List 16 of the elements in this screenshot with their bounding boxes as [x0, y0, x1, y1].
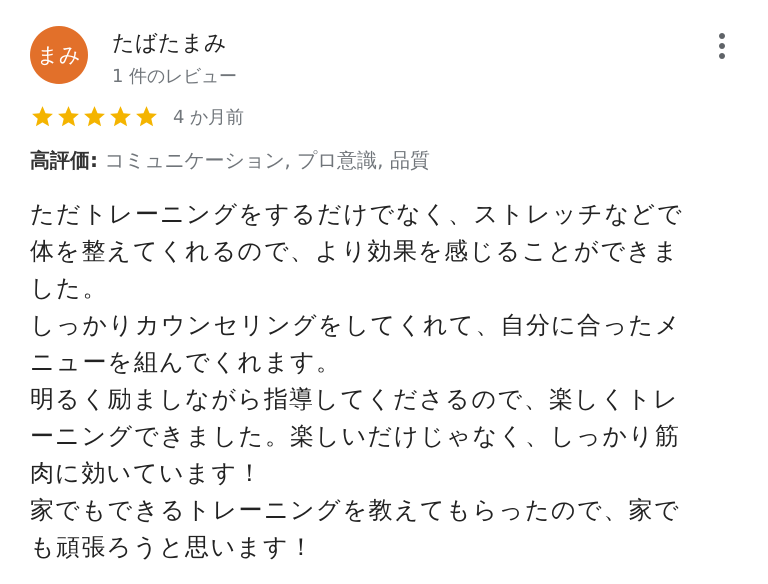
review-paragraph: 家でもできるトレーニングを教えてもらったので、家でも頑張ろうと思います！ — [30, 495, 681, 563]
review-count: 1 件のレビュー — [112, 65, 238, 88]
star-icon — [134, 104, 159, 129]
reviewer-name[interactable]: たばたまみ — [112, 28, 694, 58]
review-paragraph: ただトレーニングをするだけでなく、ストレッチなどで体を整えてくれるので、より効果を感じることができました。 — [30, 199, 684, 304]
more-menu-icon[interactable] — [718, 32, 726, 60]
star-icon — [82, 104, 107, 129]
highlights-label: 高評価: — [30, 148, 98, 172]
review-paragraph: しっかりカウンセリングをしてくれて、自分に合ったメニューを組んでくれます。 — [30, 310, 682, 378]
star-icon — [30, 104, 55, 129]
star-icon — [108, 104, 133, 129]
avatar: まみ — [30, 26, 88, 84]
highlights-text: コミュニケーション, プロ意識, 品質 — [104, 148, 430, 172]
star-icon — [56, 104, 81, 129]
review-date: 4 か月前 — [173, 106, 244, 128]
review-paragraph: 明るく励ましながら指導してくださるので、楽しくトレーニングできました。楽しいだけじゃなく、しっかり筋肉に効いています！ — [30, 384, 681, 489]
